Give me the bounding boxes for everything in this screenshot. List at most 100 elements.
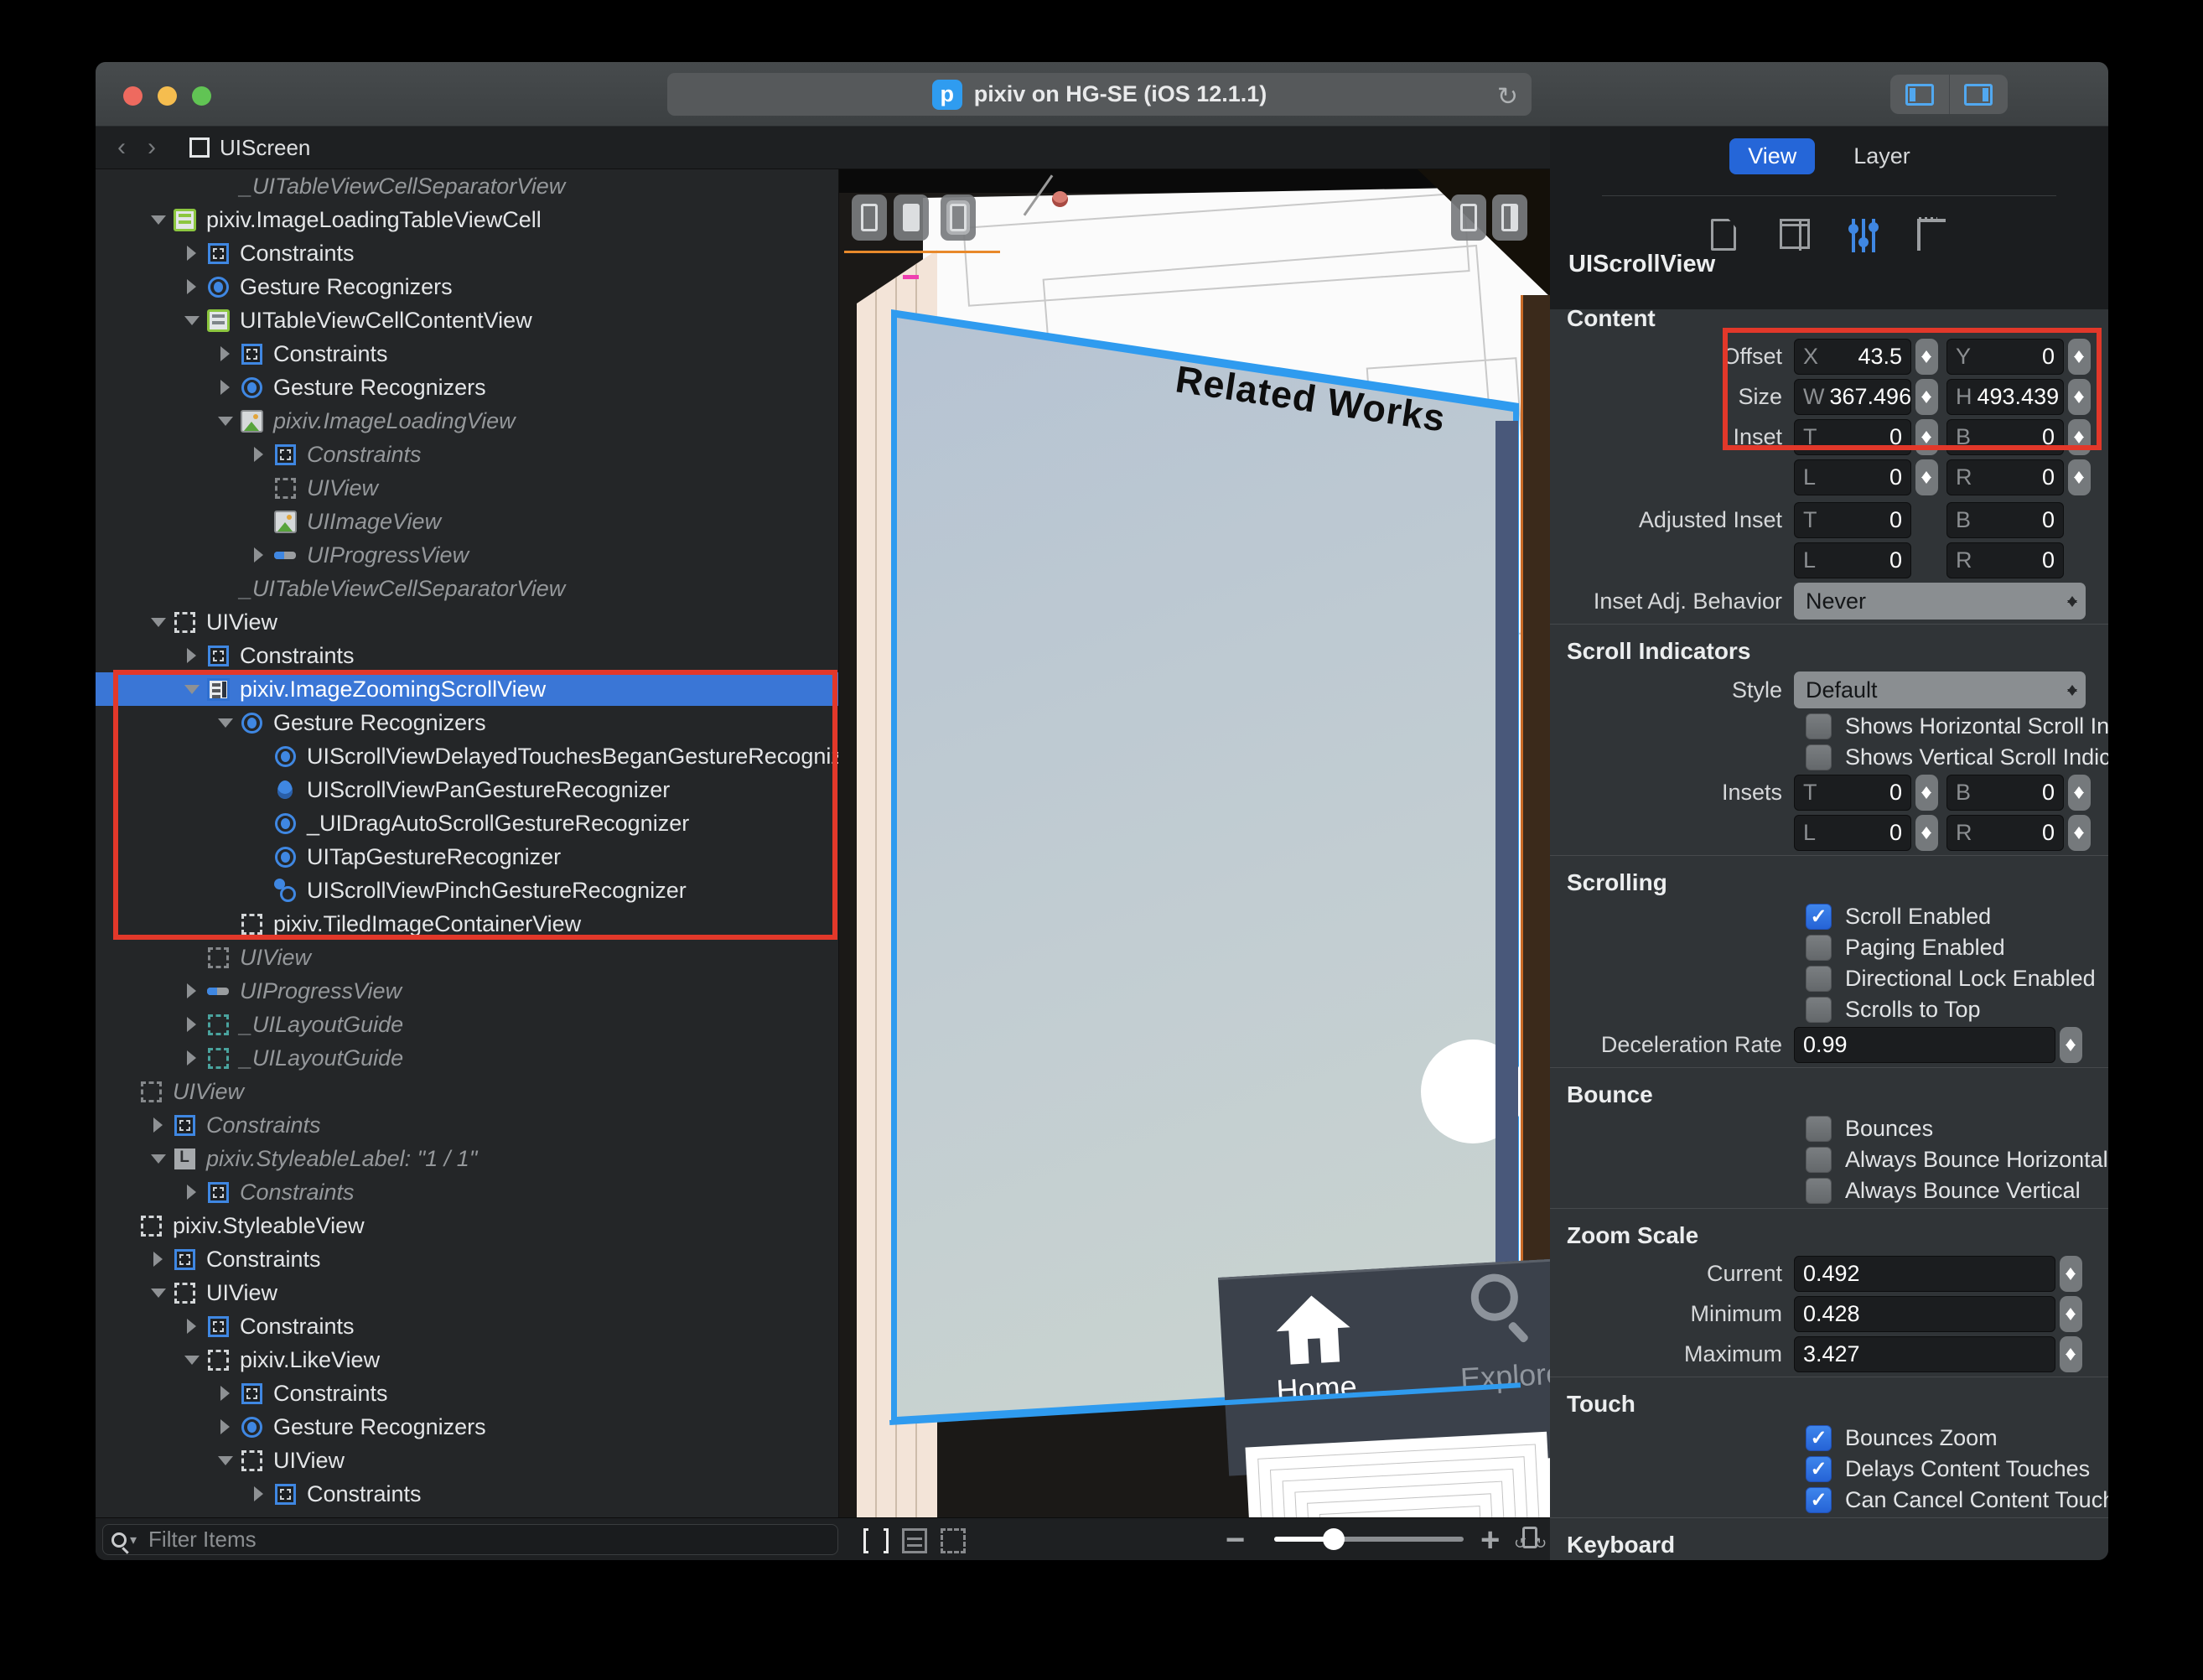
tree-row[interactable]: _UILayoutGuide: [96, 1041, 838, 1075]
disclosure-open-icon[interactable]: [213, 412, 238, 429]
stepper[interactable]: [2068, 459, 2091, 495]
tree-row[interactable]: pixiv.ImageLoadingView: [96, 404, 838, 438]
tree-row[interactable]: pixiv.StyleableView: [96, 1209, 838, 1242]
disclosure-closed-icon[interactable]: [179, 648, 205, 663]
tree-row[interactable]: UIView: [96, 605, 838, 639]
size-inspector-icon[interactable]: [1780, 219, 1810, 252]
zoom-in-button[interactable]: +: [1480, 1522, 1500, 1559]
tree-row[interactable]: UIScrollViewDelayedTouchesBeganGestureRe…: [96, 739, 838, 773]
tree-row[interactable]: _UITableViewCellSeparatorView: [96, 572, 838, 605]
stepper[interactable]: [2068, 339, 2091, 375]
disclosure-closed-icon[interactable]: [246, 1486, 272, 1501]
value-field-w[interactable]: W367.496: [1794, 379, 1911, 415]
tab-layer[interactable]: Layer: [1835, 138, 1929, 174]
dropdown-style[interactable]: Default: [1794, 671, 2086, 708]
tree-row[interactable]: _UIDragAutoScrollGestureRecognizer: [96, 806, 838, 840]
disclosure-closed-icon[interactable]: [179, 1017, 205, 1032]
tree-row[interactable]: pixiv.ImageZoomingScrollView: [96, 672, 838, 706]
tree-row[interactable]: Constraints: [96, 1175, 838, 1209]
stepper[interactable]: [1915, 379, 1938, 415]
tree-row[interactable]: Gesture Recognizers: [96, 706, 838, 739]
disclosure-open-icon[interactable]: [179, 312, 205, 329]
stepper[interactable]: [2068, 815, 2091, 851]
tree-row[interactable]: UIProgressView: [96, 974, 838, 1008]
value-field-t[interactable]: T0: [1794, 775, 1911, 811]
checkbox[interactable]: [1806, 1116, 1832, 1142]
stepper[interactable]: [1915, 775, 1938, 811]
orient-filled-button[interactable]: [894, 194, 929, 241]
tree-row[interactable]: UIView: [96, 471, 838, 505]
value-field-b[interactable]: B0: [1946, 419, 2064, 455]
attributes-inspector-icon[interactable]: [1848, 219, 1879, 252]
orient-frame-button[interactable]: [941, 194, 976, 241]
stepper[interactable]: [1915, 339, 1938, 375]
tree-row[interactable]: UITapGestureRecognizer: [96, 840, 838, 874]
rotate-device-icon[interactable]: [1516, 1525, 1544, 1553]
stepper[interactable]: [1915, 419, 1938, 455]
tree-row[interactable]: Constraints: [96, 1309, 838, 1343]
checkbox[interactable]: ✓: [1806, 1456, 1832, 1482]
value-field-t[interactable]: T0: [1794, 502, 1911, 538]
value-field[interactable]: 0.492: [1794, 1256, 2055, 1292]
view-mode-3d-button[interactable]: [1492, 194, 1527, 241]
tree-row[interactable]: Constraints: [96, 236, 838, 270]
disclosure-closed-icon[interactable]: [213, 1386, 238, 1401]
disclosure-closed-icon[interactable]: [179, 1050, 205, 1066]
value-field-r[interactable]: R0: [1946, 459, 2064, 495]
disclosure-closed-icon[interactable]: [179, 279, 205, 294]
tree-row[interactable]: _UITableViewCellSeparatorView: [96, 169, 838, 203]
toggle-right-panel-button[interactable]: [1949, 75, 2009, 114]
tree-row[interactable]: UIView: [96, 1444, 838, 1477]
stepper[interactable]: [2068, 379, 2091, 415]
checkbox[interactable]: [1806, 1178, 1832, 1204]
stepper[interactable]: [1915, 815, 1938, 851]
value-field[interactable]: 3.427: [1794, 1336, 2055, 1372]
value-field-b[interactable]: B0: [1946, 502, 2064, 538]
tree-row[interactable]: Constraints: [96, 1242, 838, 1276]
disclosure-open-icon[interactable]: [146, 1150, 171, 1167]
slider-knob[interactable]: [1323, 1528, 1345, 1550]
value-field-h[interactable]: H493.439: [1946, 379, 2064, 415]
stepper[interactable]: [2060, 1256, 2082, 1292]
spacing-slider[interactable]: [1274, 1537, 1464, 1542]
tree-row[interactable]: Constraints: [96, 639, 838, 672]
tree-row[interactable]: pixiv.StyleableLabel: "1 / 1": [96, 1142, 838, 1175]
disclosure-closed-icon[interactable]: [213, 1419, 238, 1434]
disclosure-closed-icon[interactable]: [146, 1117, 171, 1133]
stepper[interactable]: [2060, 1027, 2082, 1063]
checkbox[interactable]: [1806, 997, 1832, 1023]
back-icon[interactable]: ‹: [117, 133, 126, 162]
checkbox[interactable]: [1806, 713, 1832, 739]
disclosure-closed-icon[interactable]: [146, 1252, 171, 1267]
tree-row[interactable]: UIView: [96, 1075, 838, 1108]
checkbox[interactable]: ✓: [1806, 1425, 1832, 1451]
value-field[interactable]: 0.99: [1794, 1027, 2055, 1063]
tree-row[interactable]: _UILayoutGuide: [96, 1008, 838, 1041]
stepper[interactable]: [2068, 775, 2091, 811]
toggle-left-panel-button[interactable]: [1890, 75, 1949, 114]
checkbox[interactable]: [1806, 935, 1832, 961]
disclosure-closed-icon[interactable]: [213, 346, 238, 361]
forward-icon[interactable]: ›: [148, 133, 156, 162]
disclosure-closed-icon[interactable]: [246, 547, 272, 563]
tree-row[interactable]: UIImageView: [96, 505, 838, 538]
filter-field[interactable]: ▾ Filter Items: [102, 1524, 838, 1555]
refresh-icon[interactable]: ↻: [1497, 82, 1518, 111]
dropdown-inset-adj-behavior[interactable]: Never: [1794, 583, 2086, 620]
value-field-r[interactable]: R0: [1946, 815, 2064, 851]
tree-row[interactable]: Constraints: [96, 1108, 838, 1142]
checkbox[interactable]: [1806, 1147, 1832, 1173]
show-bounds-button[interactable]: [941, 1528, 966, 1553]
value-field-y[interactable]: Y0: [1946, 339, 2064, 375]
minimize-window-button[interactable]: [158, 86, 177, 106]
tree-row[interactable]: Constraints: [96, 1377, 838, 1410]
tree-row[interactable]: UIProgressView: [96, 538, 838, 572]
zoom-window-button[interactable]: [192, 86, 211, 106]
close-window-button[interactable]: [123, 86, 143, 106]
tree-row[interactable]: pixiv.LikeView: [96, 1343, 838, 1377]
tree-row[interactable]: Gesture Recognizers: [96, 371, 838, 404]
tab-view[interactable]: View: [1729, 138, 1815, 174]
disclosure-open-icon[interactable]: [179, 1351, 205, 1368]
disclosure-closed-icon[interactable]: [179, 246, 205, 261]
stepper[interactable]: [2060, 1336, 2082, 1372]
